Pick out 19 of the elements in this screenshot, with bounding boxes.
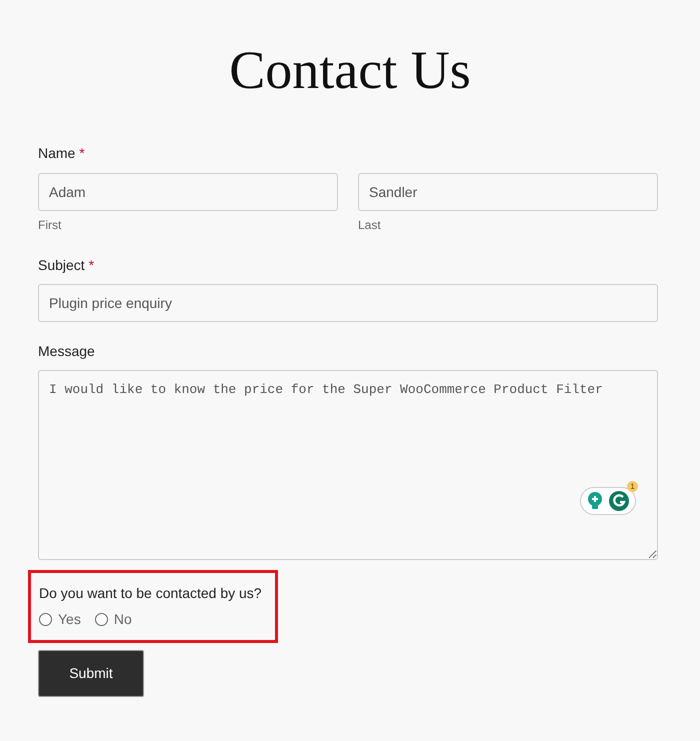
- page-title: Contact Us: [228, 39, 472, 102]
- required-mark: *: [79, 144, 85, 161]
- radio-option[interactable]: No: [94, 608, 132, 630]
- radio-button[interactable]: [39, 612, 52, 626]
- field-label: Subject: [38, 256, 85, 275]
- required-mark: *: [88, 256, 94, 273]
- radio-option[interactable]: Yes: [39, 608, 81, 630]
- lightbulb-icon: [586, 490, 604, 511]
- subject-field[interactable]: Plugin price enquiry: [38, 284, 658, 322]
- text-field[interactable]: Adam: [38, 172, 338, 211]
- text-field[interactable]: Sandler: [358, 172, 658, 211]
- sub-label: Last: [358, 216, 381, 234]
- sub-label: First: [38, 216, 62, 234]
- g-logo-icon: [608, 490, 630, 512]
- field-label: Message: [38, 342, 95, 361]
- question-label: Do you want to be contacted by us?: [39, 584, 262, 603]
- radio-button[interactable]: [94, 612, 108, 626]
- submit-button[interactable]: Submit: [38, 650, 144, 697]
- field-label: Name: [38, 144, 76, 163]
